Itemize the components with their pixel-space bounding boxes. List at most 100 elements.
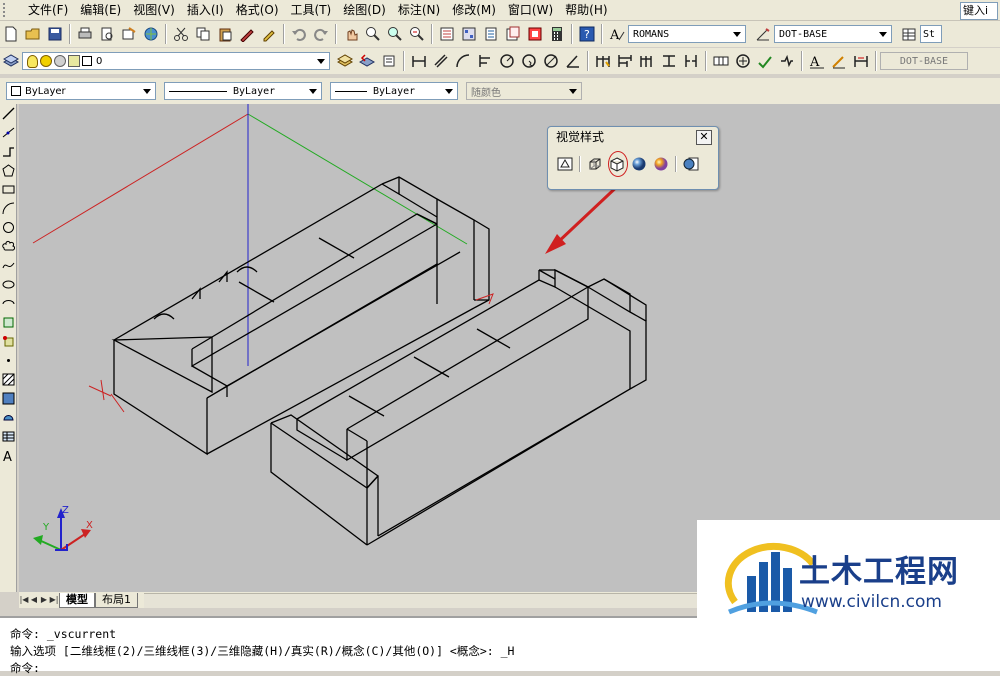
polyline-icon[interactable] bbox=[0, 142, 16, 161]
circle-icon[interactable] bbox=[0, 218, 16, 237]
spline-icon[interactable] bbox=[0, 256, 16, 275]
continue-dimension-icon[interactable] bbox=[636, 50, 658, 72]
make-block-icon[interactable] bbox=[0, 332, 16, 351]
menu-format[interactable]: 格式(O) bbox=[230, 0, 285, 20]
linear-dimension-icon[interactable] bbox=[408, 50, 430, 72]
layer-previous-icon[interactable] bbox=[356, 50, 378, 72]
zoom-previous-icon[interactable] bbox=[406, 23, 428, 45]
zoom-realtime-icon[interactable] bbox=[362, 23, 384, 45]
multiline-text-icon[interactable]: A bbox=[0, 446, 16, 465]
print-icon[interactable] bbox=[74, 23, 96, 45]
revision-cloud-icon[interactable] bbox=[0, 237, 16, 256]
tab-layout1[interactable]: 布局1 bbox=[95, 592, 138, 608]
chevron-down-icon[interactable] bbox=[565, 83, 581, 99]
table-icon[interactable] bbox=[0, 427, 16, 446]
chevron-down-icon[interactable] bbox=[139, 83, 155, 99]
angular-dimension-icon[interactable] bbox=[562, 50, 584, 72]
arc-length-icon[interactable] bbox=[452, 50, 474, 72]
ellipse-arc-icon[interactable] bbox=[0, 294, 16, 313]
hatch-icon[interactable] bbox=[0, 370, 16, 389]
layer-states-icon[interactable] bbox=[378, 50, 400, 72]
conceptual-button[interactable] bbox=[650, 153, 672, 175]
text-style-select[interactable]: ROMANS bbox=[628, 25, 746, 43]
publish-icon[interactable] bbox=[118, 23, 140, 45]
match-properties-icon[interactable] bbox=[236, 23, 258, 45]
previous-tab-icon[interactable]: ◀ bbox=[29, 594, 39, 606]
pan-realtime-icon[interactable] bbox=[340, 23, 362, 45]
dimension-update-icon[interactable] bbox=[850, 50, 872, 72]
polygon-icon[interactable] bbox=[0, 161, 16, 180]
close-button[interactable]: ✕ bbox=[696, 130, 712, 145]
region-icon[interactable] bbox=[0, 408, 16, 427]
dimension-text-edit-icon[interactable] bbox=[828, 50, 850, 72]
center-mark-icon[interactable] bbox=[732, 50, 754, 72]
menu-window[interactable]: 窗口(W) bbox=[502, 0, 559, 20]
construction-line-icon[interactable] bbox=[0, 123, 16, 142]
sheet-set-icon[interactable] bbox=[502, 23, 524, 45]
chevron-down-icon[interactable] bbox=[441, 83, 457, 99]
chevron-down-icon[interactable] bbox=[313, 53, 329, 69]
dimension-break-icon[interactable] bbox=[680, 50, 702, 72]
help-icon[interactable]: ? bbox=[576, 23, 598, 45]
publish-web-icon[interactable] bbox=[140, 23, 162, 45]
linetype-control[interactable]: ByLayer bbox=[164, 82, 322, 100]
3d-wireframe-button[interactable] bbox=[584, 153, 606, 175]
save-icon[interactable] bbox=[44, 23, 66, 45]
jogged-linear-icon[interactable] bbox=[776, 50, 798, 72]
undo-icon[interactable] bbox=[288, 23, 310, 45]
line-icon[interactable] bbox=[0, 104, 16, 123]
ellipse-icon[interactable] bbox=[0, 275, 16, 294]
dimension-space-icon[interactable] bbox=[658, 50, 680, 72]
gradient-icon[interactable] bbox=[0, 389, 16, 408]
drawing-canvas[interactable]: Z Y X bbox=[19, 104, 1000, 592]
layer-select[interactable]: 0 bbox=[22, 52, 330, 70]
aligned-dimension-icon[interactable] bbox=[430, 50, 452, 72]
chevron-down-icon[interactable] bbox=[729, 26, 745, 42]
diameter-dimension-icon[interactable] bbox=[540, 50, 562, 72]
tab-model[interactable]: 模型 bbox=[59, 592, 95, 608]
dimension-style-select-right[interactable]: DOT-BASE bbox=[880, 52, 968, 70]
visual-styles-title[interactable]: 视觉样式 ✕ bbox=[548, 127, 718, 147]
open-file-icon[interactable] bbox=[22, 23, 44, 45]
first-tab-icon[interactable]: |◀ bbox=[19, 594, 29, 606]
baseline-dimension-icon[interactable] bbox=[614, 50, 636, 72]
next-tab-icon[interactable]: ▶ bbox=[39, 594, 49, 606]
menu-draw[interactable]: 绘图(D) bbox=[337, 0, 392, 20]
dimension-style-select[interactable]: DOT-BASE bbox=[774, 25, 892, 43]
table-style-icon[interactable] bbox=[898, 23, 920, 45]
rectangle-icon[interactable] bbox=[0, 180, 16, 199]
table-style-select[interactable]: St bbox=[920, 25, 942, 43]
plot-style-control[interactable]: 随颜色 bbox=[466, 82, 582, 100]
menu-dimension[interactable]: 标注(N) bbox=[392, 0, 446, 20]
block-editor-icon[interactable] bbox=[258, 23, 280, 45]
copy-icon[interactable] bbox=[192, 23, 214, 45]
properties-icon[interactable] bbox=[436, 23, 458, 45]
design-center-icon[interactable] bbox=[458, 23, 480, 45]
tolerance-icon[interactable] bbox=[710, 50, 732, 72]
redo-icon[interactable] bbox=[310, 23, 332, 45]
cut-icon[interactable] bbox=[170, 23, 192, 45]
tool-palettes-icon[interactable] bbox=[480, 23, 502, 45]
dimension-edit-icon[interactable]: A bbox=[806, 50, 828, 72]
chevron-down-icon[interactable] bbox=[305, 83, 321, 99]
new-file-icon[interactable] bbox=[0, 23, 22, 45]
calculator-icon[interactable] bbox=[546, 23, 568, 45]
point-icon[interactable] bbox=[0, 351, 16, 370]
dimension-style-icon[interactable] bbox=[752, 23, 774, 45]
last-tab-icon[interactable]: ▶| bbox=[49, 594, 59, 606]
inspection-icon[interactable] bbox=[754, 50, 776, 72]
menu-tools[interactable]: 工具(T) bbox=[285, 0, 338, 20]
command-prompt[interactable]: 命令: bbox=[10, 660, 40, 676]
zoom-window-icon[interactable] bbox=[384, 23, 406, 45]
layer-manager-icon[interactable] bbox=[0, 50, 22, 72]
2d-wireframe-button[interactable] bbox=[554, 153, 576, 175]
menu-view[interactable]: 视图(V) bbox=[127, 0, 181, 20]
paste-icon[interactable] bbox=[214, 23, 236, 45]
menu-modify[interactable]: 修改(M) bbox=[446, 0, 502, 20]
visual-styles-toolbar[interactable]: 视觉样式 ✕ bbox=[547, 126, 719, 190]
ordinate-dimension-icon[interactable] bbox=[474, 50, 496, 72]
visual-styles-manager-button[interactable] bbox=[680, 153, 702, 175]
menu-edit[interactable]: 编辑(E) bbox=[74, 0, 127, 20]
jogged-dimension-icon[interactable] bbox=[518, 50, 540, 72]
chevron-down-icon[interactable] bbox=[875, 26, 891, 42]
